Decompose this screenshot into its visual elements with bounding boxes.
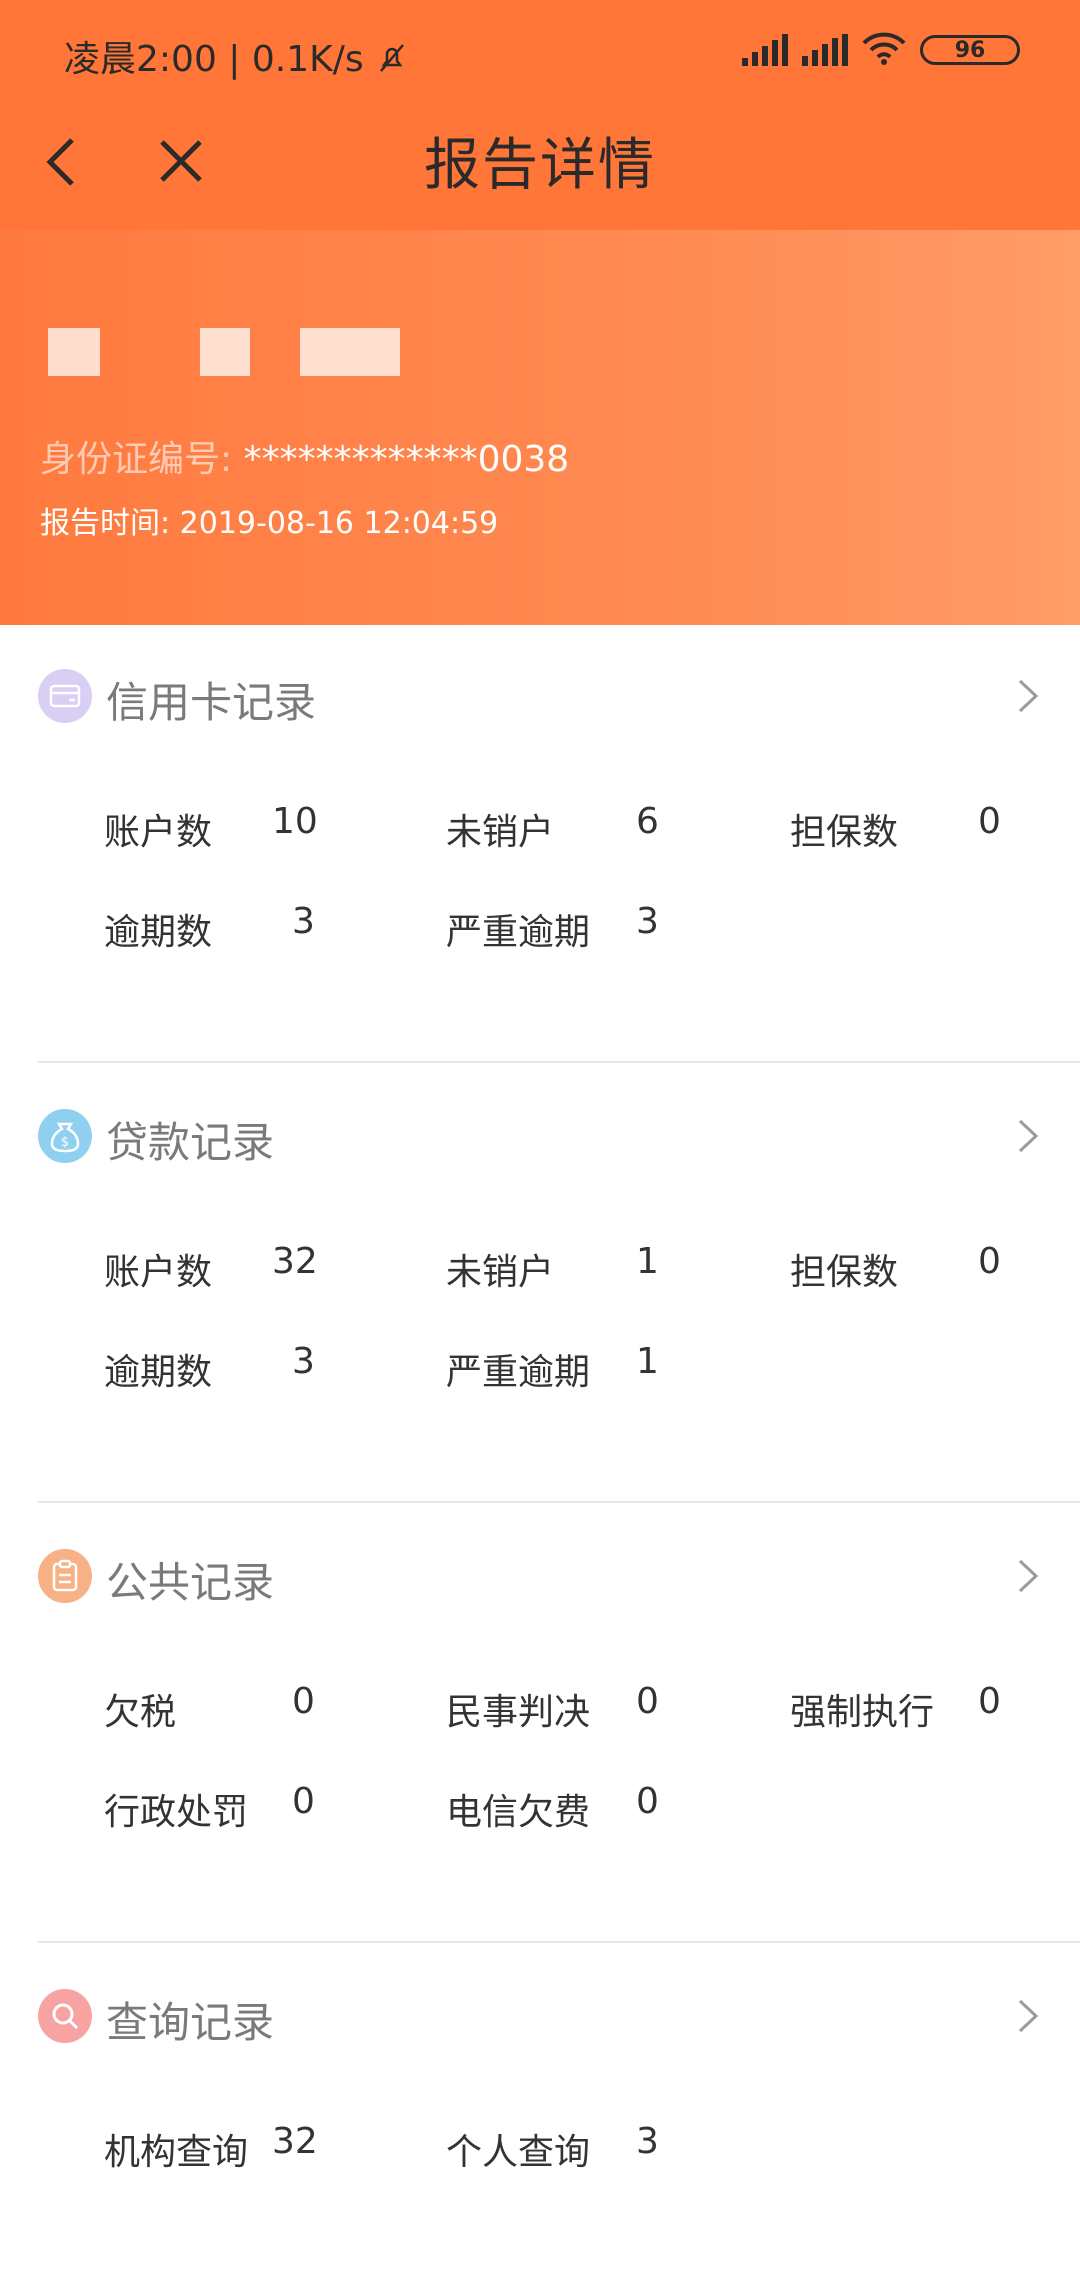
- masked-name-block: [200, 328, 250, 376]
- battery-level: 96: [954, 37, 986, 63]
- report-header: 身份证编号: *************0038 报告时间: 2019-08-1…: [0, 230, 1080, 625]
- query-record-section[interactable]: 查询记录 机构查询 32 个人查询 3: [0, 1945, 1080, 2280]
- network-speed: 0.1K/s: [251, 39, 364, 80]
- stat-label: 民事判决: [446, 1692, 591, 1733]
- clipboard-icon: [38, 1549, 92, 1603]
- stat-label: 欠税: [104, 1692, 177, 1733]
- stat-label: 严重逾期: [446, 1352, 591, 1393]
- stat-value: 32: [272, 2121, 318, 2162]
- stat-label: 账户数: [104, 1252, 213, 1293]
- stat-value: 10: [272, 801, 318, 842]
- section-header[interactable]: 查询记录: [38, 1985, 1048, 2047]
- status-bar: 凌晨2:00 | 0.1K/s 96: [0, 0, 1080, 100]
- chevron-right-icon: [1018, 679, 1039, 713]
- stat-value: 3: [636, 2121, 659, 2162]
- status-icons: 96: [742, 28, 1020, 72]
- stat-label: 未销户: [446, 1252, 555, 1293]
- stat-value: 3: [636, 901, 659, 942]
- stat-label: 个人查询: [446, 2132, 591, 2173]
- signal-icon: [742, 34, 788, 66]
- stat-value: 0: [636, 1681, 659, 1722]
- stat-label: 逾期数: [104, 912, 213, 953]
- status-time: 凌晨2:00 | 0.1K/s: [64, 30, 409, 82]
- divider: [38, 1941, 1080, 1943]
- wifi-icon: [862, 31, 906, 69]
- money-bag-icon: $: [38, 1109, 92, 1163]
- masked-name-block: [48, 328, 100, 376]
- loan-section[interactable]: $ 贷款记录 账户数 32 未销户 1 担保数 0 逾期数 3 严重逾期 1: [0, 1065, 1080, 1505]
- divider: [38, 1061, 1080, 1063]
- section-title: 信用卡记录: [106, 678, 317, 727]
- chevron-right-icon: [1018, 1999, 1039, 2033]
- hd-signal-icon: [802, 34, 848, 66]
- stat-value: 0: [292, 1781, 315, 1822]
- stat-label: 担保数: [790, 812, 899, 853]
- credit-card-icon: [38, 669, 92, 723]
- stat-label: 电信欠费: [446, 1792, 591, 1833]
- public-record-section[interactable]: 公共记录 欠税 0 民事判决 0 强制执行 0 行政处罚 0 电信欠费 0: [0, 1505, 1080, 1945]
- stat-value: 6: [636, 801, 659, 842]
- stat-value: 0: [636, 1781, 659, 1822]
- divider: [38, 1501, 1080, 1503]
- search-icon: [38, 1989, 92, 2043]
- nav-bar: 报告详情: [0, 100, 1080, 230]
- report-time: 报告时间: 2019-08-16 12:04:59: [40, 506, 499, 541]
- section-title: 公共记录: [106, 1558, 275, 1607]
- stat-label: 强制执行: [790, 1692, 935, 1733]
- id-number: 身份证编号: *************0038: [40, 430, 569, 482]
- stat-label: 行政处罚: [104, 1792, 249, 1833]
- status-clock: 凌晨2:00: [64, 39, 217, 80]
- id-label: 身份证编号:: [40, 439, 233, 480]
- id-value: *************0038: [243, 439, 570, 480]
- chevron-right-icon: [1018, 1119, 1039, 1153]
- stat-label: 逾期数: [104, 1352, 213, 1393]
- stat-value: 0: [978, 801, 1001, 842]
- section-header[interactable]: 公共记录: [38, 1545, 1048, 1607]
- stat-value: 0: [292, 1681, 315, 1722]
- battery-icon: 96: [920, 35, 1020, 65]
- stat-value: 3: [292, 901, 315, 942]
- masked-name-block: [300, 328, 400, 376]
- stat-label: 担保数: [790, 1252, 899, 1293]
- section-title: 查询记录: [106, 1998, 275, 2047]
- section-header[interactable]: $ 贷款记录: [38, 1105, 1048, 1167]
- section-title: 贷款记录: [106, 1118, 275, 1167]
- stat-value: 0: [978, 1241, 1001, 1282]
- stat-label: 严重逾期: [446, 912, 591, 953]
- stat-label: 未销户: [446, 812, 555, 853]
- stat-label: 机构查询: [104, 2132, 249, 2173]
- credit-card-section[interactable]: 信用卡记录 账户数 10 未销户 6 担保数 0 逾期数 3 严重逾期 3: [0, 625, 1080, 1065]
- section-header[interactable]: 信用卡记录: [38, 665, 1048, 727]
- stat-value: 1: [636, 1341, 659, 1382]
- stat-value: 3: [292, 1341, 315, 1382]
- svg-text:$: $: [61, 1135, 69, 1150]
- page-title: 报告详情: [424, 133, 656, 198]
- stat-value: 0: [978, 1681, 1001, 1722]
- stat-value: 1: [636, 1241, 659, 1282]
- stat-label: 账户数: [104, 812, 213, 853]
- mute-bell-icon: [375, 39, 409, 80]
- chevron-right-icon: [1018, 1559, 1039, 1593]
- stat-value: 32: [272, 1241, 318, 1282]
